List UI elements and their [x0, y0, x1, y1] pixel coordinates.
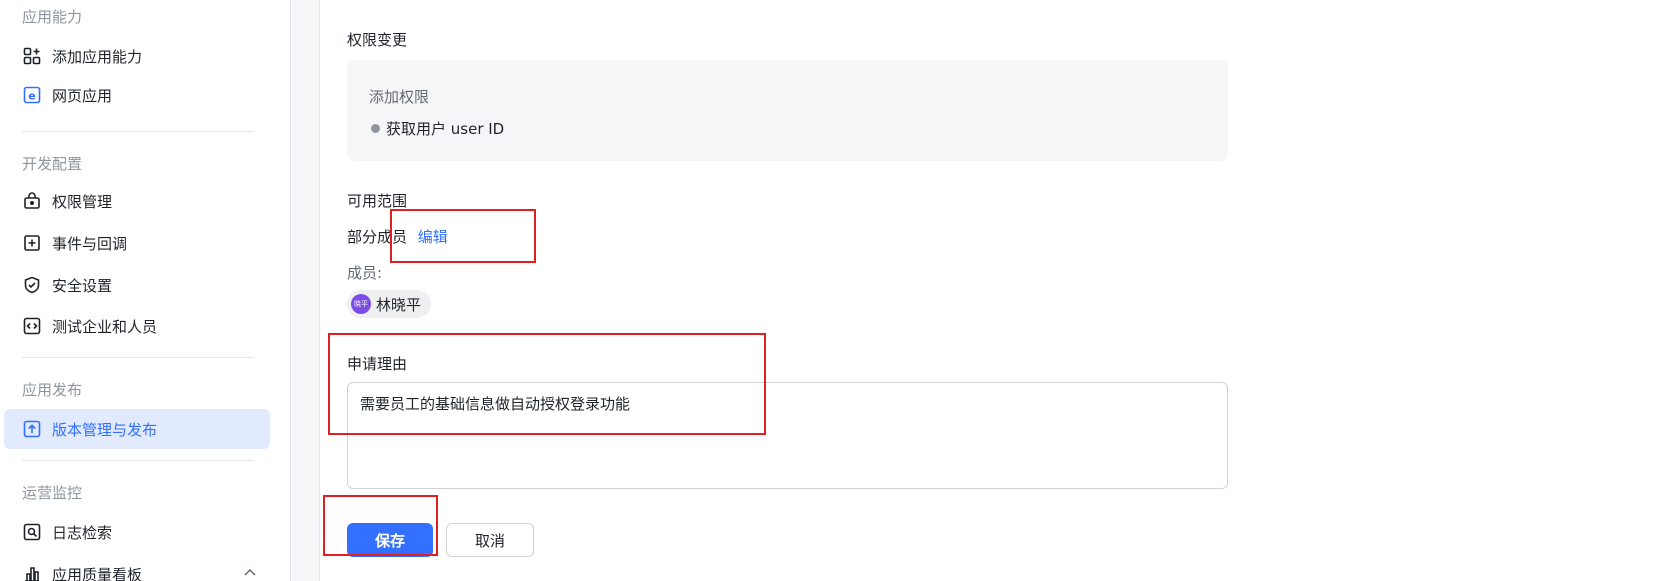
member-name: 林晓平 [376, 295, 422, 314]
layout-gutter [292, 0, 320, 581]
sidebar-item-label: 添加应用能力 [52, 47, 143, 66]
member-chip: 晓平 林晓平 [347, 290, 432, 318]
sidebar-divider [22, 357, 254, 358]
sidebar-item-quality-dashboard[interactable]: 应用质量看板 [4, 554, 270, 581]
shield-icon [22, 275, 42, 295]
sidebar-item-add-capability[interactable]: 添加应用能力 [4, 36, 270, 76]
sidebar-item-label: 网页应用 [52, 86, 113, 105]
permission-item: 获取用户 user ID [371, 118, 504, 139]
scope-title: 可用范围 [347, 192, 408, 210]
sidebar-divider [22, 131, 254, 132]
grid-add-icon [22, 46, 42, 66]
section-title-app-capabilities: 应用能力 [22, 8, 83, 26]
sidebar-item-label: 权限管理 [52, 192, 113, 211]
sidebar-item-label: 安全设置 [52, 276, 113, 295]
sidebar-item-events[interactable]: 事件与回调 [4, 223, 270, 263]
sidebar-item-test-org[interactable]: 测试企业和人员 [4, 306, 270, 346]
sidebar-item-security[interactable]: 安全设置 [4, 265, 270, 305]
section-title-release: 应用发布 [22, 381, 83, 399]
members-label: 成员: [347, 264, 383, 282]
sidebar-item-version-release[interactable]: 版本管理与发布 [4, 409, 270, 449]
permission-change-title: 权限变更 [347, 31, 408, 49]
sidebar-item-web-app[interactable]: e 网页应用 [4, 75, 270, 115]
sidebar-item-label: 版本管理与发布 [52, 420, 158, 439]
sidebar-item-log-search[interactable]: 日志检索 [4, 512, 270, 552]
annotation-box-reason [328, 333, 766, 435]
annotation-box-edit [390, 209, 536, 263]
cancel-button[interactable]: 取消 [446, 523, 534, 557]
sidebar-item-label: 测试企业和人员 [52, 317, 158, 336]
sidebar-item-label: 事件与回调 [52, 234, 128, 253]
bullet-dot [371, 124, 380, 133]
permission-change-box: 添加权限 获取用户 user ID [347, 60, 1228, 161]
add-permission-subtitle: 添加权限 [369, 88, 430, 106]
lock-icon [22, 191, 42, 211]
section-title-monitoring: 运营监控 [22, 484, 83, 502]
sidebar-item-label: 日志检索 [52, 523, 113, 542]
sidebar-item-permissions[interactable]: 权限管理 [4, 181, 270, 221]
sidebar-item-label: 应用质量看板 [52, 565, 143, 581]
chevron-up-icon[interactable] [244, 564, 256, 580]
section-title-dev-config: 开发配置 [22, 155, 83, 173]
release-form: 权限变更 添加权限 获取用户 user ID 可用范围 部分成员 编辑 成员: … [321, 0, 1680, 581]
sidebar-divider [22, 460, 254, 461]
sidebar: 应用能力 添加应用能力 e 网页应用 开发配置 权限管理 事件与回调 安全设置 … [0, 0, 291, 581]
upload-icon [22, 419, 42, 439]
avatar: 晓平 [351, 294, 371, 314]
log-search-icon [22, 522, 42, 542]
web-app-icon: e [22, 85, 42, 105]
bar-chart-icon [22, 564, 42, 581]
event-icon [22, 233, 42, 253]
code-icon [22, 316, 42, 336]
permission-item-label: 获取用户 user ID [386, 120, 505, 138]
annotation-box-save [323, 495, 438, 556]
svg-text:e: e [28, 90, 35, 103]
